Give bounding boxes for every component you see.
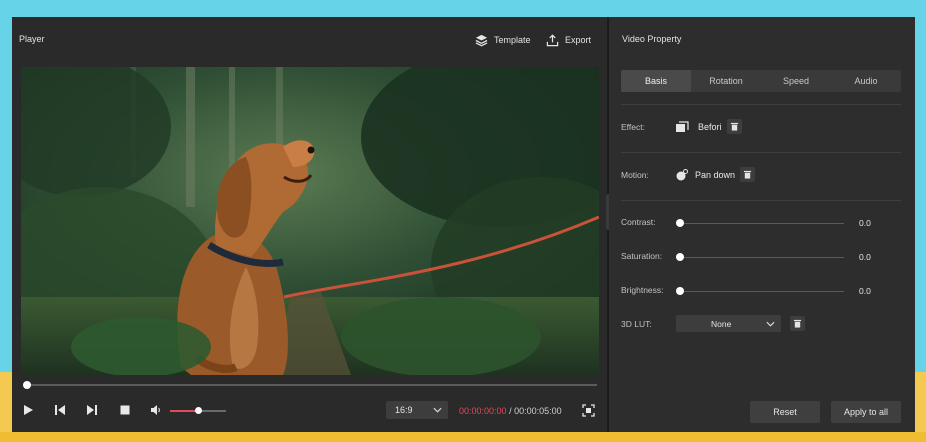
remove-lut-button[interactable] [790,316,805,331]
contrast-handle[interactable] [676,219,684,227]
tab-basis[interactable]: Basis [621,70,691,92]
remove-motion-button[interactable] [740,167,755,182]
export-label: Export [565,35,592,45]
time-display: 00:00:00:00 / 00:00:05:00 [459,406,562,416]
motion-icon [676,169,688,181]
brightness-label: Brightness: [621,285,664,295]
tab-speed[interactable]: Speed [761,70,831,92]
lut-value: None [711,318,732,329]
current-time: 00:00:00:00 [459,406,507,416]
lut-select[interactable]: None [676,315,781,332]
property-tabs: Basis Rotation Speed Audio [621,70,901,92]
motion-label: Motion: [621,170,649,180]
saturation-label: Saturation: [621,251,663,261]
effect-icon [676,121,689,132]
player-panel: Player Template Export 16:9 00:00:00:00 … [12,17,607,432]
editor-window: Player Template Export 16:9 00:00:00:00 … [12,17,915,432]
template-button[interactable]: Template [475,31,531,49]
export-button[interactable]: Export [546,31,591,49]
previous-frame-button[interactable] [53,403,67,417]
motion-value: Pan down [695,170,736,180]
next-frame-button[interactable] [85,403,99,417]
total-time: / 00:00:05:00 [509,406,562,416]
reset-button[interactable]: Reset [750,401,820,423]
background-sand-edge [0,432,926,442]
property-title: Video Property [622,34,682,44]
seek-bar[interactable] [23,381,597,389]
trash-icon [793,319,802,328]
chevron-down-icon [433,407,442,413]
seek-handle[interactable] [23,381,31,389]
separator [621,200,901,201]
saturation-handle[interactable] [676,253,684,261]
brightness-handle[interactable] [676,287,684,295]
apply-to-all-button[interactable]: Apply to all [831,401,901,423]
video-preview [21,67,599,375]
volume-slider[interactable] [170,407,226,414]
stop-button[interactable] [118,403,132,417]
export-icon [546,33,559,46]
lut-label: 3D LUT: [621,319,652,329]
trash-icon [743,170,752,179]
template-label: Template [494,35,531,45]
skip-back-icon [55,405,65,415]
remove-effect-button[interactable] [727,119,742,134]
player-title: Player [19,34,45,44]
skip-forward-icon [87,405,97,415]
separator [621,104,901,105]
play-button[interactable] [21,403,35,417]
contrast-label: Contrast: [621,217,656,227]
layers-icon [475,34,488,46]
trash-icon [730,122,739,131]
video-property-panel: Video Property Basis Rotation Speed Audi… [609,17,915,432]
contrast-value: 0.0 [859,218,871,228]
stop-icon [120,405,130,415]
volume-fill [170,410,198,412]
play-icon [24,405,33,415]
brightness-slider[interactable] [676,287,844,295]
mute-button[interactable] [149,403,163,417]
fullscreen-icon[interactable] [582,404,595,417]
separator [621,152,901,153]
chevron-down-icon [766,321,775,327]
volume-handle[interactable] [195,407,202,414]
effect-label: Effect: [621,122,645,132]
brightness-value: 0.0 [859,286,871,296]
tab-rotation[interactable]: Rotation [691,70,761,92]
tab-audio[interactable]: Audio [831,70,901,92]
effect-value: Befori [698,122,722,132]
contrast-slider[interactable] [676,219,844,227]
aspect-ratio-select[interactable]: 16:9 [386,401,448,419]
saturation-slider[interactable] [676,253,844,261]
dog-on-leash-image [21,67,599,375]
volume-icon [151,405,160,415]
saturation-value: 0.0 [859,252,871,262]
aspect-ratio-value: 16:9 [395,405,413,415]
